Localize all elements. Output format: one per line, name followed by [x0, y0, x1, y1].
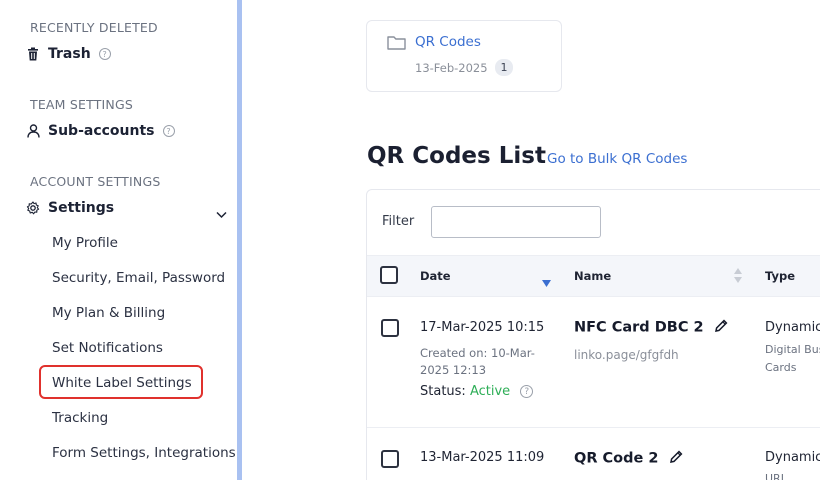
column-header-date[interactable]: Date	[420, 269, 451, 283]
table-header: Date Name Type	[367, 255, 820, 297]
row-type: Dynamic	[765, 450, 820, 465]
sidebar-item-sub-accounts[interactable]: Sub-accounts ?	[26, 123, 175, 139]
user-icon	[26, 124, 40, 138]
row-qr-name[interactable]: NFC Card DBC 2	[574, 319, 728, 336]
row-type-sub: URL	[765, 472, 787, 480]
folder-icon	[387, 35, 406, 54]
row-date: 17-Mar-2025 10:15	[420, 320, 545, 335]
table-row[interactable]: 13-Mar-2025 11:09 QR Code 2 Dynamic URL	[367, 428, 820, 480]
folder-card[interactable]: QR Codes 13-Feb-2025 1	[366, 20, 562, 92]
chevron-down-icon[interactable]	[216, 204, 227, 223]
column-header-type[interactable]: Type	[765, 269, 795, 283]
settings-item-my-profile[interactable]: My Profile	[52, 235, 118, 251]
qr-name-text[interactable]: NFC Card DBC 2	[574, 320, 704, 336]
row-created-on: Created on: 10-Mar-2025 12:13	[420, 346, 535, 377]
settings-item-tracking[interactable]: Tracking	[52, 410, 108, 426]
status-label: Status:	[420, 384, 466, 399]
qr-codes-table: Filter Date Name Type 17-Mar-2025 10:15 …	[366, 189, 820, 480]
page-title: QR Codes List	[367, 143, 546, 169]
sidebar-item-trash[interactable]: Trash ?	[26, 46, 111, 62]
settings-label: Settings	[48, 200, 115, 216]
row-checkbox[interactable]	[381, 319, 399, 337]
sidebar-divider	[237, 0, 242, 480]
row-date: 13-Mar-2025 11:09	[420, 450, 545, 465]
help-icon[interactable]: ?	[98, 48, 111, 60]
sort-desc-icon[interactable]	[542, 272, 551, 291]
sidebar-item-settings[interactable]: Settings	[26, 200, 114, 216]
qr-name-text[interactable]: QR Code 2	[574, 451, 659, 467]
settings-item-security[interactable]: Security, Email, Password	[52, 270, 225, 286]
bulk-qr-codes-link[interactable]: Go to Bulk QR Codes	[547, 151, 687, 167]
folder-count-badge: 1	[495, 59, 513, 76]
status-value: Active	[469, 384, 511, 399]
row-qr-name[interactable]: QR Code 2	[574, 450, 683, 467]
settings-item-white-label[interactable]: White Label Settings	[52, 375, 192, 391]
settings-item-plan-billing[interactable]: My Plan & Billing	[52, 305, 165, 321]
sidebar: RECENTLY DELETED Trash ? TEAM SETTINGS S…	[0, 0, 237, 480]
trash-icon	[26, 47, 40, 61]
sort-icon[interactable]	[734, 268, 742, 287]
settings-item-form-settings[interactable]: Form Settings, Integrations	[52, 445, 236, 461]
row-status: Status: Active ?	[420, 384, 534, 399]
table-row[interactable]: 17-Mar-2025 10:15 Created on: 10-Mar-202…	[367, 297, 820, 428]
filter-input[interactable]	[431, 206, 601, 238]
trash-label: Trash	[48, 46, 91, 62]
row-type-sub: Digital Business	[765, 343, 820, 356]
help-icon[interactable]: ?	[162, 125, 175, 137]
filter-label: Filter	[382, 214, 415, 229]
edit-pencil-icon[interactable]	[714, 319, 728, 336]
folder-name[interactable]: QR Codes	[415, 34, 481, 50]
row-checkbox[interactable]	[381, 450, 399, 468]
settings-item-notifications[interactable]: Set Notifications	[52, 340, 163, 356]
select-all-checkbox[interactable]	[380, 266, 398, 284]
sub-accounts-label: Sub-accounts	[48, 123, 155, 139]
column-header-name[interactable]: Name	[574, 269, 611, 283]
recently-deleted-heading: RECENTLY DELETED	[30, 20, 158, 35]
account-settings-heading: ACCOUNT SETTINGS	[30, 174, 161, 189]
team-settings-heading: TEAM SETTINGS	[30, 97, 133, 112]
help-icon[interactable]: ?	[520, 385, 534, 398]
folder-date: 13-Feb-2025	[415, 61, 488, 75]
gear-icon	[26, 201, 40, 215]
row-qr-url[interactable]: linko.page/gfgfdh	[574, 348, 679, 362]
row-type-sub: Cards	[765, 361, 797, 374]
row-type: Dynamic	[765, 320, 820, 335]
edit-pencil-icon[interactable]	[669, 450, 683, 467]
